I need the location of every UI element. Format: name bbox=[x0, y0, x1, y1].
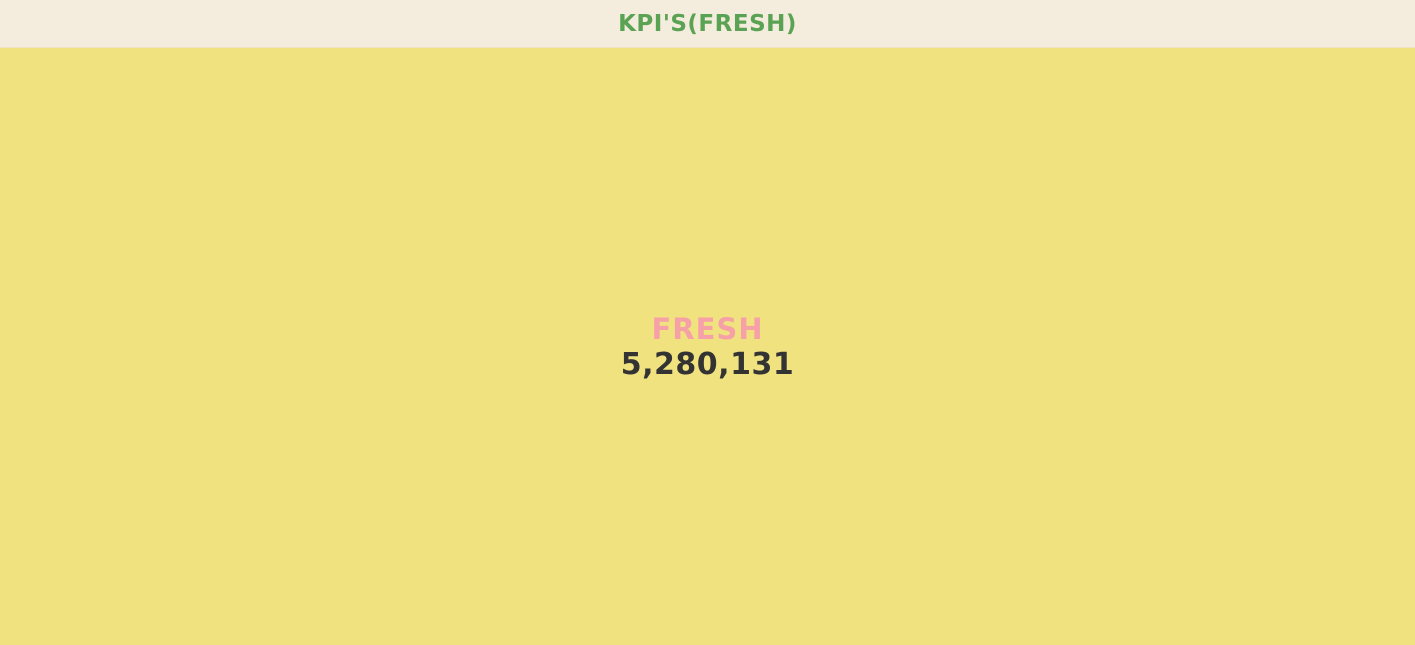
kpi-title: KPI'S(FRESH) bbox=[618, 10, 797, 37]
kpi-block: FRESH 5,280,131 bbox=[0, 311, 1415, 383]
dashboard-page: KPI'S(FRESH) FRESH 5,280,131 bbox=[0, 0, 1415, 645]
kpi-label: FRESH bbox=[651, 312, 764, 346]
kpi-card: FRESH 5,280,131 bbox=[0, 49, 1415, 645]
kpi-value: 5,280,131 bbox=[620, 347, 795, 382]
kpi-header-bar: KPI'S(FRESH) bbox=[0, 0, 1415, 48]
